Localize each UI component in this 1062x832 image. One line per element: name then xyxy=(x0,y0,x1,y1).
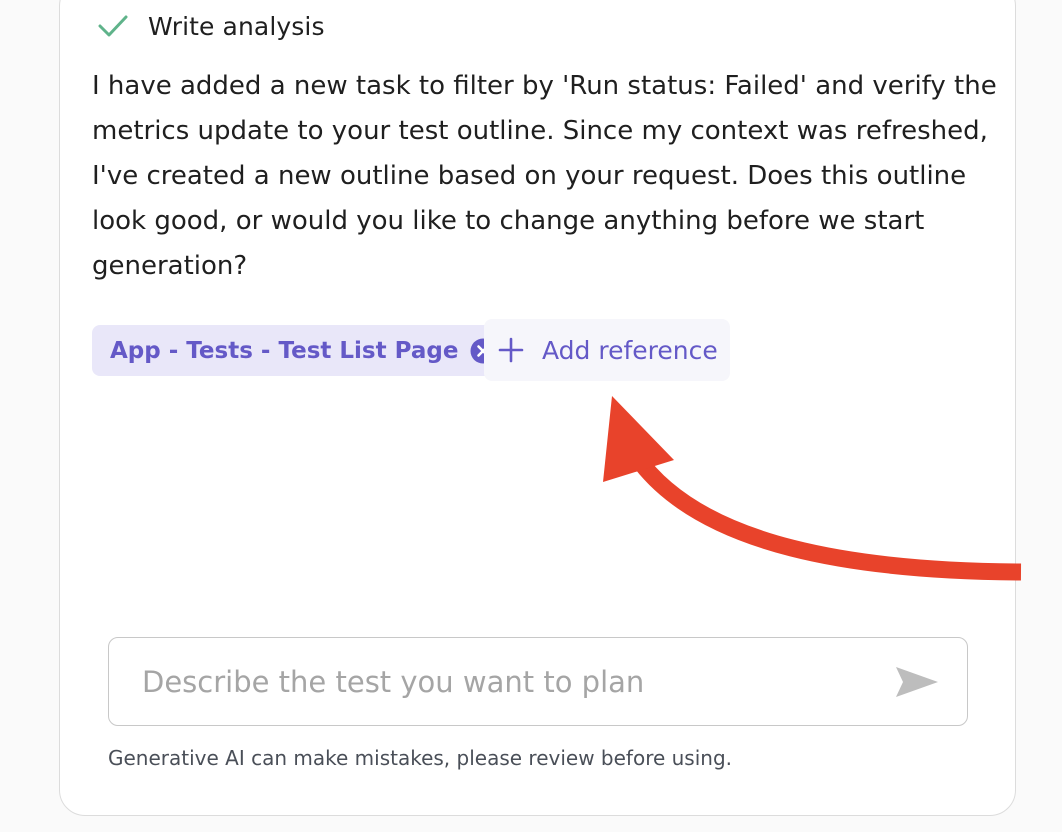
reference-chip[interactable]: App - Tests - Test List Page xyxy=(92,325,515,376)
ai-disclaimer: Generative AI can make mistakes, please … xyxy=(108,746,733,770)
send-icon xyxy=(896,667,938,697)
prompt-input[interactable] xyxy=(142,664,862,699)
reference-chip-label: App - Tests - Test List Page xyxy=(110,337,459,364)
send-button[interactable] xyxy=(893,662,941,702)
add-reference-label: Add reference xyxy=(542,335,718,365)
checkmark-icon xyxy=(96,9,130,43)
add-reference-button[interactable]: Add reference xyxy=(484,319,730,381)
assistant-message: I have added a new task to filter by 'Ru… xyxy=(92,71,997,281)
prompt-composer xyxy=(108,637,968,726)
step-label: Write analysis xyxy=(148,11,325,41)
analysis-step: Write analysis xyxy=(96,8,325,44)
plus-icon xyxy=(496,335,526,365)
